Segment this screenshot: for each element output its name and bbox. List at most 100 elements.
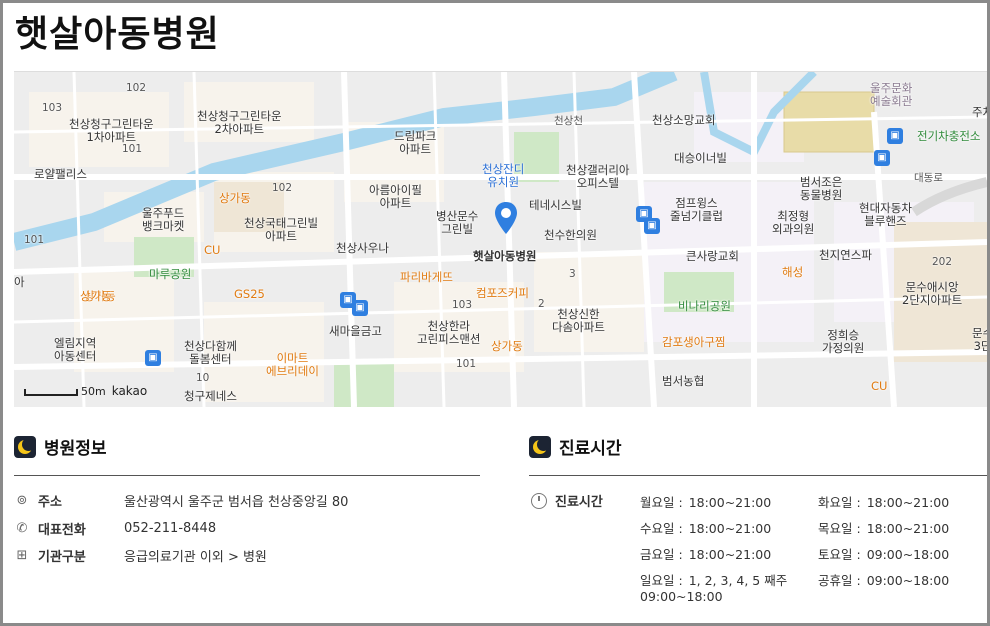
map-view[interactable]: 102 103 천상청구그린타운 1차아파트 101 천상청구그린타운 2차아파트 로얄팰… [14,71,987,407]
map-label[interactable]: 새마을금고 [329,325,382,338]
bus-stop-icon[interactable]: ▣ [352,300,368,316]
hours-key-label: 진료시간 [555,495,603,510]
map-label[interactable]: 대승이너빌 [674,152,727,165]
map-label[interactable]: 아름아이필 아파트 [369,184,422,210]
location-pin-icon: ⊚ [16,492,28,508]
map-label[interactable]: 엘림지역 아동센터 [54,337,96,363]
hours-divider [529,475,987,476]
map-label[interactable]: 문수 3단 [972,327,987,353]
bus-stop-icon[interactable]: ▣ [874,150,890,166]
day-time: 09:00~18:00 [866,573,950,588]
map-label[interactable]: 102 [126,82,146,95]
map-label[interactable]: 103 [42,102,62,115]
map-label[interactable]: 점프윙스 줄넘기클럽 [670,197,723,223]
hours-section-title: 진료시간 [559,439,622,459]
map-label[interactable]: 마루공원 [149,268,191,281]
address-key: 주소 [38,495,62,510]
map-label[interactable]: 천상신한 다솜아파트 [552,308,605,334]
hospital-marker-icon[interactable] [495,202,517,234]
bus-stop-icon[interactable]: ▣ [145,350,161,366]
map-provider-logo: kakao [111,384,148,398]
map-label[interactable]: 범서농협 [662,375,704,388]
map-label[interactable]: 202 [932,256,952,269]
map-label[interactable]: GS25 [234,288,265,301]
map-label[interactable]: 청구제네스 [184,390,237,403]
day-time: 1, 2, 3, 4, 5 째주 [688,573,788,588]
map-label[interactable]: 범서조은 동물병원 [800,176,842,202]
map-label[interactable]: 감포생아구찜 [662,336,725,349]
address-row: ⊚ 주소 울산광역시 울주군 범서읍 천상중앙길 80 [14,491,349,511]
map-label[interactable]: 천상국태그린빌 아파트 [244,217,318,243]
map-label[interactable]: 정희승 가정의원 [822,329,864,355]
map-label[interactable]: 천상청구그린타운 1차아파트 [69,118,154,144]
map-label[interactable]: 테네시스빌 [529,199,582,212]
map-label[interactable]: 10 [196,372,209,385]
day-time: 18:00~21:00 [688,521,772,536]
map-label[interactable]: 천상소망교회 [652,114,715,127]
map-label[interactable]: 아 [14,276,25,289]
map-label[interactable]: 101 [456,358,476,371]
clock-icon [531,492,547,509]
day-label: 금요일 : [640,547,683,562]
map-label[interactable]: 문수애시앙 2단지아파트 [902,281,962,307]
day-label: 목요일 : [818,521,861,536]
map-label[interactable]: CU [204,244,220,257]
map-label[interactable]: CU [871,380,887,393]
map-label[interactable]: 상가동 [80,290,112,303]
scale-bar [24,388,78,396]
map-label[interactable]: 천상한라 고린피스맨션 [417,320,480,346]
day-label: 월요일 : [640,495,683,510]
phone-icon: ✆ [16,520,28,536]
hours-key: 진료시간 [531,491,603,510]
map-label[interactable]: 102 [272,182,292,195]
map-label[interactable]: 주차 [972,106,987,119]
map-label[interactable]: 병산문수 그린빌 [436,210,478,236]
map-label[interactable]: 천상잔디 유치원 [482,163,524,189]
map-label[interactable]: 이마트 에브리데이 [266,352,319,378]
map-label[interactable]: 현대자동차 블루핸즈 [859,202,912,228]
day-label: 공휴일 : [818,573,861,588]
phone-value[interactable]: 052-211-8448 [124,521,216,536]
map-label[interactable]: 천지연스파 [819,249,872,262]
map-label[interactable]: 대동로 [914,172,943,185]
hours-thu: 목요일 : 18:00~21:00 [818,518,949,537]
hospital-icon: ⊞ [16,547,28,563]
bus-stop-icon[interactable]: ▣ [644,218,660,234]
map-label[interactable]: 천상다함께 돌봄센터 [184,340,237,366]
map-label[interactable]: 상가동 [219,192,251,205]
map-label[interactable]: 천상청구그린타운 2차아파트 [197,110,282,136]
map-label[interactable]: 드림파크 아파트 [394,130,436,156]
day-label: 토요일 : [818,547,861,562]
map-label[interactable]: 3 [569,268,576,281]
map-label[interactable]: 천상갤러리아 오피스텔 [566,164,629,190]
map-label[interactable]: 101 [24,234,44,247]
map-label[interactable]: 최정형 외과의원 [772,210,814,236]
day-label: 수요일 : [640,521,683,536]
day-time: 18:00~21:00 [866,495,950,510]
category-row: ⊞ 기관구분 응급의료기관 이외 > 병원 [14,546,267,566]
address-value: 울산광역시 울주군 범서읍 천상중앙길 80 [124,495,349,510]
map-label[interactable]: 천상천 [554,115,583,128]
map-label[interactable]: 울주문화 예술회관 [870,82,912,108]
map-label[interactable]: 103 [452,299,472,312]
map-label[interactable]: 2 [538,298,545,311]
hospital-map-label[interactable]: 햇살아동병원 [473,250,536,263]
map-label[interactable]: 101 [122,143,142,156]
map-label[interactable]: 해성 [782,266,803,279]
map-label[interactable]: 큰사랑교회 [686,250,739,263]
map-label[interactable]: 전기차충전소 [917,130,980,143]
bus-stop-icon[interactable]: ▣ [887,128,903,144]
map-label[interactable]: 천수한의원 [544,229,597,242]
map-label[interactable]: 로얄팰리스 [34,168,87,181]
map-label[interactable]: 컴포즈커피 [476,287,529,300]
map-label[interactable]: 파리바게뜨 [400,271,453,284]
day-time: 18:00~21:00 [866,521,950,536]
map-scale: 50m kakao [24,384,147,398]
map-label[interactable]: 비나리공원 [678,300,731,313]
map-label[interactable]: 상가동 [491,340,523,353]
category-key: 기관구분 [38,550,86,565]
phone-key: 대표전화 [38,523,86,538]
hours-sat: 토요일 : 09:00~18:00 [818,544,949,563]
map-label[interactable]: 울주푸드 뱅크마켓 [142,207,184,233]
map-label[interactable]: 천상사우나 [336,242,389,255]
